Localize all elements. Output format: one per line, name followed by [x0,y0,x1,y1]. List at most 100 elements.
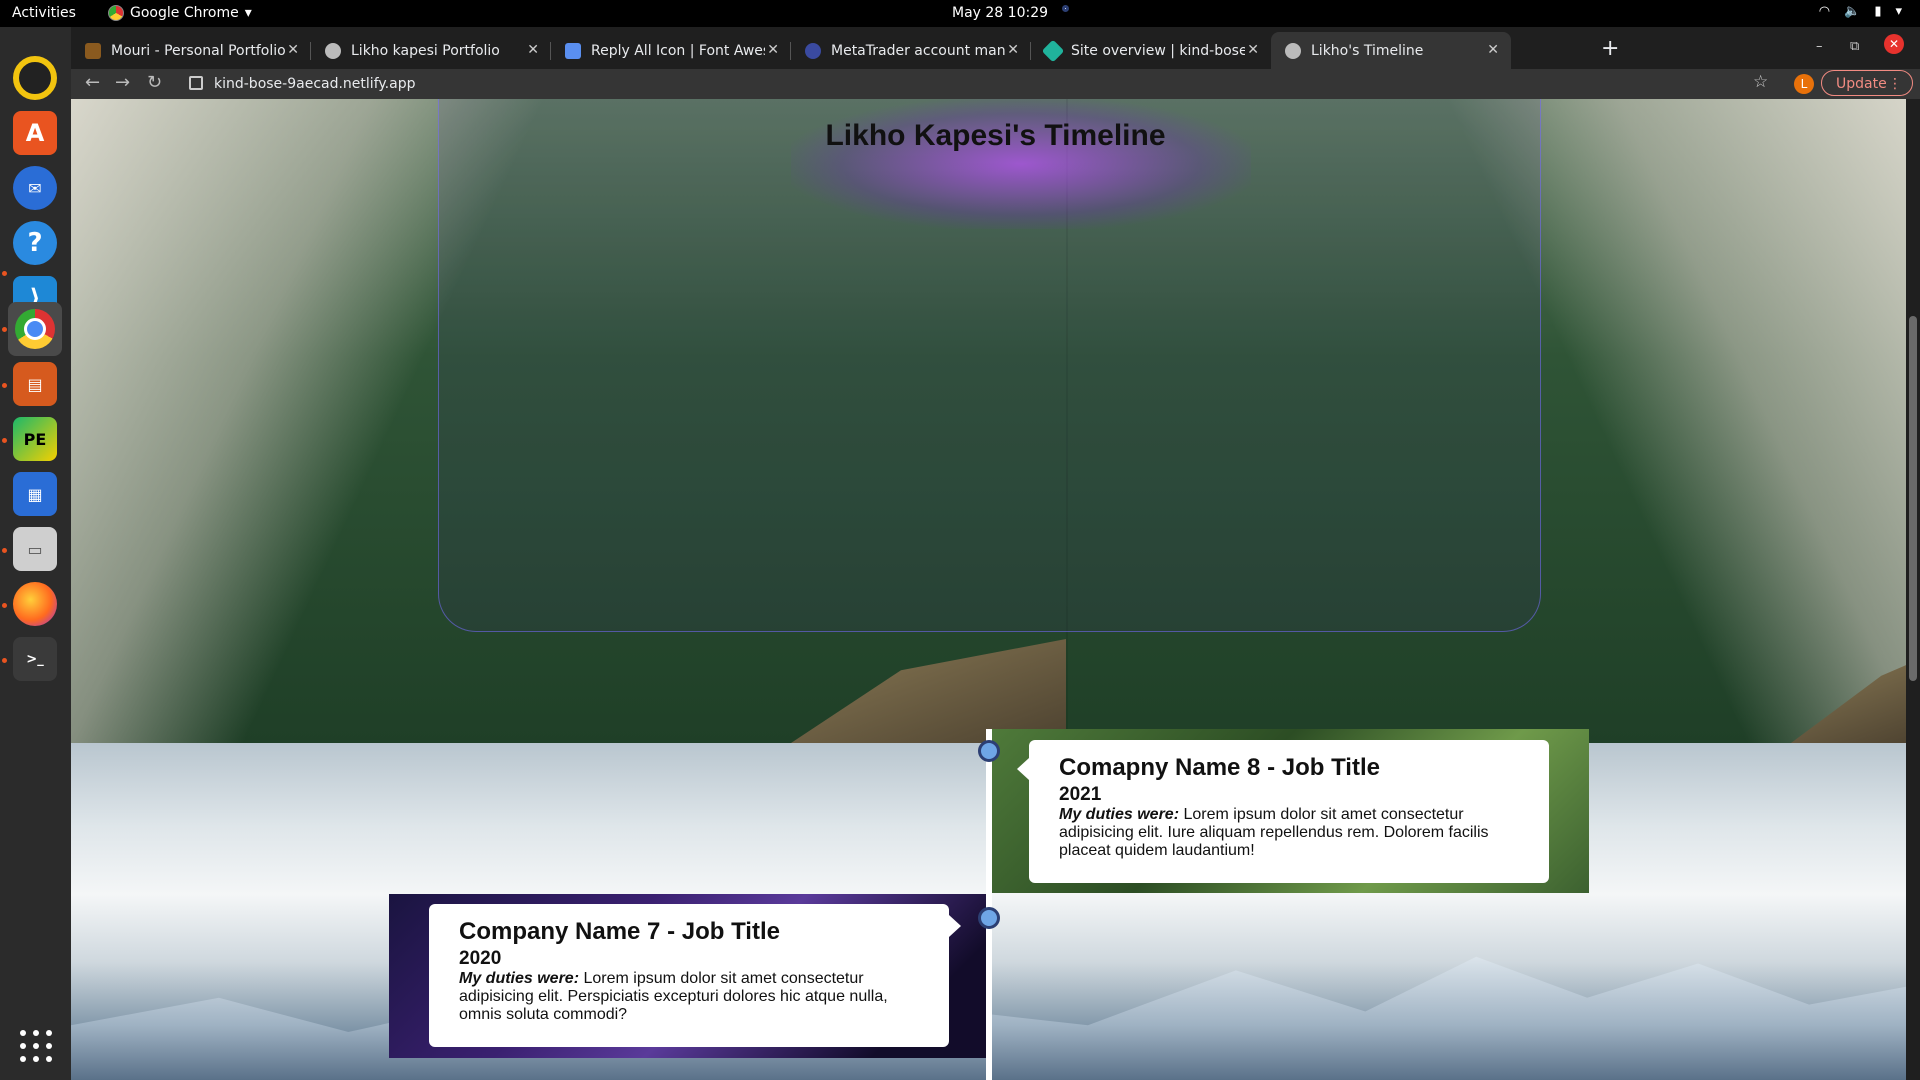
running-indicator [2,271,7,276]
dock-writer[interactable]: ▦ [8,467,62,521]
profile-avatar[interactable]: L [1794,74,1814,94]
minimize-icon[interactable]: – [1816,39,1823,54]
rhythmbox-icon [13,56,57,100]
writer-icon: ▦ [13,472,57,516]
tab-mouri[interactable]: Mouri - Personal Portfolio ✕ [71,32,311,69]
tab-font-awesome[interactable]: Reply All Icon | Font Awesome ✕ [551,32,791,69]
globe-icon [1285,42,1301,59]
close-icon[interactable]: ✕ [527,42,539,58]
tab-title: Reply All Icon | Font Awesome [591,42,765,59]
impress-icon: ▤ [13,362,57,406]
chrome-icon [15,309,55,349]
page-scrollbar[interactable] [1906,99,1920,1080]
volume-icon: 🔈 [1844,4,1861,19]
files-icon: ▭ [13,527,57,571]
timeline-line [986,729,992,1080]
dock-chrome[interactable] [8,302,62,356]
help-icon: ? [13,221,57,265]
timeline-entry-2020: Company Name 7 - Job Title 2020 My dutie… [429,904,961,1047]
close-window-button[interactable]: ✕ [1884,34,1904,54]
forward-icon[interactable]: → [115,72,130,93]
entry-description: My duties were: Lorem ipsum dolor sit am… [459,970,919,1024]
page-title: Likho Kapesi's Timeline [825,119,1166,152]
dock-terminal[interactable]: >_ [8,632,62,686]
lock-icon[interactable] [189,76,203,90]
clock-label: May 28 10:29 [952,5,1049,21]
clock[interactable]: May 28 10:29 [952,5,1070,21]
close-icon[interactable]: ✕ [767,42,779,58]
dock-help[interactable]: ? [8,216,62,270]
battery-icon: ▮ [1874,4,1882,19]
entry-duties-label: My duties were: [1059,806,1180,823]
dock-firefox[interactable] [8,577,62,631]
show-applications-icon[interactable] [20,1030,52,1062]
notification-dot-icon [1062,5,1070,12]
dock-pycharm[interactable]: PE [8,412,62,466]
bookmark-star-icon[interactable]: ☆ [1753,72,1768,92]
reload-icon[interactable]: ↻ [147,72,162,93]
activities-button[interactable]: Activities [12,5,76,21]
tab-metatrader[interactable]: MetaTrader account manager ✕ [791,32,1031,69]
entry-duties-label: My duties were: [459,970,580,987]
mountain-peaks [71,956,1920,1080]
system-top-bar: Activities Google Chrome ▾ May 28 10:29 … [0,0,1920,27]
page-viewport[interactable]: Likho Kapesi's Timeline Comapny Name 8 -… [71,99,1920,1080]
close-icon[interactable]: ✕ [1007,42,1019,58]
tab-title: Mouri - Personal Portfolio [111,42,285,59]
running-indicator [2,658,7,663]
metatrader-icon [805,42,821,59]
wifi-icon: ◠ [1818,4,1831,19]
more-icon: ⋮ [1888,76,1902,92]
software-center-icon: A [13,111,57,155]
thunderbird-icon: ✉ [13,166,57,210]
tab-title: Site overview | kind-bose-9aecad [1071,42,1245,59]
timeline-dot [978,907,1000,929]
timeline-entry-2021: Comapny Name 8 - Job Title 2021 My dutie… [1017,740,1549,883]
site-favicon-icon [85,42,101,59]
chevron-down-icon: ▾ [244,5,252,21]
terminal-icon: >_ [13,637,57,681]
dock-thunderbird[interactable]: ✉ [8,161,62,215]
system-tray[interactable]: ◠ 🔈 ▮ ▾ [1819,4,1902,19]
update-label: Update [1836,76,1887,92]
timeline-dot [978,740,1000,762]
scrollbar-thumb[interactable] [1909,316,1917,681]
update-button[interactable]: Update ⋮ [1821,70,1913,96]
dock-files[interactable]: ▭ [8,522,62,576]
tab-title: Likho's Timeline [1311,42,1424,59]
netlify-icon [1041,39,1065,62]
running-indicator [2,383,7,388]
close-icon[interactable]: ✕ [287,42,299,58]
app-menu[interactable]: Google Chrome ▾ [108,5,252,21]
tab-likho-portfolio[interactable]: Likho kapesi Portfolio ✕ [311,32,551,69]
dock-software-center[interactable]: A [8,106,62,160]
back-icon[interactable]: ← [85,72,100,93]
globe-icon [325,42,341,59]
new-tab-button[interactable]: + [1601,36,1619,61]
tab-likho-timeline[interactable]: Likho's Timeline ✕ [1271,32,1511,69]
browser-toolbar: ← → ↻ kind-bose-9aecad.netlify.app ☆ L U… [71,69,1920,99]
flag-icon [565,42,581,59]
pycharm-icon: PE [13,417,57,461]
chevron-down-icon: ▾ [1895,4,1902,19]
tab-title: Likho kapesi Portfolio [351,42,500,59]
running-indicator [2,438,7,443]
app-menu-label: Google Chrome [130,5,239,21]
dock-impress[interactable]: ▤ [8,357,62,411]
dock: A ✉ ? ⟩ ▤ PE ▦ ▭ >_ [0,27,71,1080]
running-indicator [2,548,7,553]
rock-outcrop [791,639,1066,743]
close-icon[interactable]: ✕ [1247,42,1259,58]
running-indicator [2,603,7,608]
tab-netlify[interactable]: Site overview | kind-bose-9aecad ✕ [1031,32,1271,69]
tab-title: MetaTrader account manager [831,42,1005,59]
close-icon[interactable]: ✕ [1487,42,1499,58]
dock-rhythmbox[interactable] [8,51,62,105]
rock-outcrop [1791,659,1920,743]
entry-year: 2020 [459,948,502,969]
entry-year: 2021 [1059,784,1102,805]
restore-icon[interactable]: ⧉ [1850,39,1859,54]
running-indicator [2,327,7,332]
firefox-icon [13,582,57,626]
address-bar[interactable]: kind-bose-9aecad.netlify.app [214,76,415,92]
